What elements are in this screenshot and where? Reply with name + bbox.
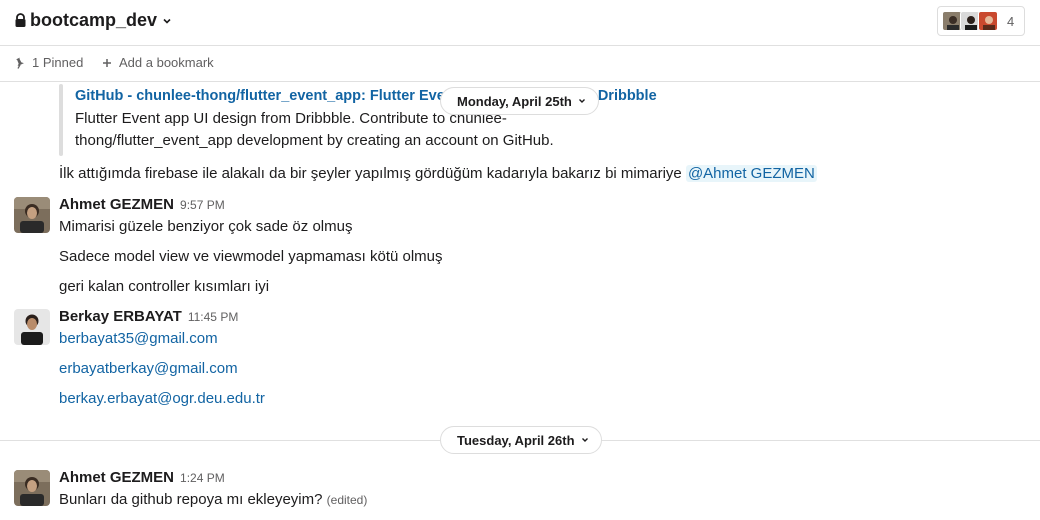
- member-avatar: [942, 11, 962, 31]
- lock-icon: [15, 13, 26, 27]
- message-text: Sadece model view ve viewmodel yapmaması…: [59, 248, 443, 265]
- message-text: Mimarisi güzele benziyor çok sade öz olm…: [59, 218, 353, 235]
- message-text: Bunları da github repoya mı ekleyeyim? (…: [59, 491, 367, 508]
- date-divider-button[interactable]: Monday, April 25th: [440, 87, 599, 115]
- edited-label: (edited): [326, 493, 368, 507]
- message-text: İlk attığımda firebase ile alakalı da bi…: [59, 165, 817, 182]
- pin-icon: [16, 57, 24, 69]
- message-body: İlk attığımda firebase ile alakalı da bi…: [59, 165, 682, 182]
- plus-icon: [103, 58, 111, 67]
- avatar[interactable]: [14, 197, 50, 233]
- chevron-down-icon: [163, 18, 171, 24]
- member-avatar: [978, 11, 998, 31]
- date-divider-button[interactable]: Tuesday, April 26th: [440, 426, 602, 454]
- username[interactable]: Ahmet GEZMEN: [59, 196, 174, 213]
- member-count: 4: [1007, 13, 1015, 29]
- avatar[interactable]: [14, 309, 50, 345]
- channel-name: bootcamp_dev: [30, 10, 158, 30]
- username[interactable]: Berkay ERBAYAT: [59, 308, 182, 325]
- email-link[interactable]: erbayatberkay@gmail.com: [59, 360, 238, 377]
- date-label: Monday, April 25th: [457, 93, 572, 109]
- chevron-down-icon: [581, 438, 588, 442]
- message-header: Ahmet GEZMEN 1:24 PM: [59, 469, 225, 486]
- pinned-button[interactable]: 1 Pinned: [14, 55, 83, 70]
- message-text: geri kalan controller kısımları iyi: [59, 278, 270, 295]
- message-header: Ahmet GEZMEN 9:57 PM: [59, 196, 225, 213]
- members-button[interactable]: 4: [937, 6, 1025, 36]
- message-body: Bunları da github repoya mı ekleyeyim?: [59, 491, 323, 508]
- attachment-bar: [59, 84, 63, 156]
- avatar[interactable]: [14, 470, 50, 506]
- email-link[interactable]: berkay.erbayat@ogr.deu.edu.tr: [59, 390, 265, 407]
- timestamp[interactable]: 11:45 PM: [188, 310, 238, 324]
- channel-name-button[interactable]: bootcamp_dev: [14, 10, 172, 31]
- email-link[interactable]: berbayat35@gmail.com: [59, 330, 218, 347]
- add-bookmark-label: Add a bookmark: [119, 55, 214, 70]
- channel-header: bootcamp_dev 4: [0, 0, 1040, 46]
- username[interactable]: Ahmet GEZMEN: [59, 469, 174, 486]
- chevron-down-icon: [578, 99, 585, 103]
- message-header: Berkay ERBAYAT 11:45 PM: [59, 308, 238, 325]
- timestamp[interactable]: 1:24 PM: [180, 471, 225, 485]
- user-mention[interactable]: @Ahmet GEZMEN: [685, 165, 817, 182]
- bookmarks-bar: 1 Pinned Add a bookmark: [0, 46, 1040, 82]
- add-bookmark-button[interactable]: Add a bookmark: [101, 55, 214, 70]
- pinned-label: 1 Pinned: [32, 55, 84, 70]
- member-avatar: [960, 11, 980, 31]
- date-label: Tuesday, April 26th: [457, 432, 575, 448]
- timestamp[interactable]: 9:57 PM: [180, 198, 225, 212]
